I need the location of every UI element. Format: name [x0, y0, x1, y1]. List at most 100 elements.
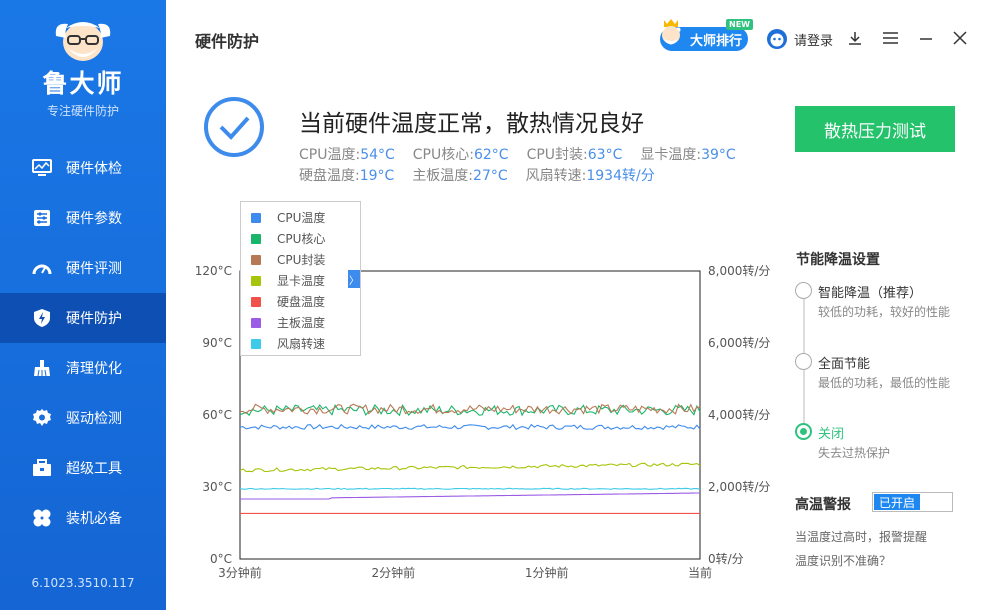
- login-button[interactable]: 请登录: [766, 28, 833, 50]
- legend-item-cpu-temp[interactable]: CPU温度: [241, 207, 360, 228]
- toolbox-icon: [32, 458, 52, 478]
- sidebar-item-hardware-check[interactable]: 硬件体检: [0, 143, 166, 193]
- menu-icon: [882, 32, 898, 44]
- brand-name: 鲁大师: [42, 69, 124, 98]
- version-label: 6.1023.3510.117: [31, 576, 135, 590]
- option-label: 关闭: [818, 427, 845, 442]
- legend-item-board-temp[interactable]: 主板温度: [241, 312, 360, 333]
- legend-item-cpu-core[interactable]: CPU核心: [241, 228, 360, 249]
- option-desc: 较低的功耗，较好的性能: [818, 305, 951, 319]
- sidebar-item-label: 超级工具: [66, 461, 122, 477]
- sidebar-item-label: 硬件评测: [66, 261, 122, 277]
- minimize-button[interactable]: [917, 28, 935, 48]
- stat-gpu-temp: 显卡温度:39°C: [640, 147, 736, 163]
- legend-item-cpu-package[interactable]: CPU封装: [241, 249, 360, 270]
- close-icon: [953, 31, 967, 45]
- stats-row-2: 硬盘温度:19°C 主板温度:27°C 风扇转速:1934转/分: [299, 166, 754, 187]
- master-lu-logo-icon: [55, 22, 111, 61]
- y-right-tick-label: 8,000转/分: [708, 263, 770, 278]
- stats-row-1: CPU温度:54°C CPU核心:62°C CPU封装:63°C 显卡温度:39…: [299, 145, 754, 166]
- legend-collapse-toggle[interactable]: 〉: [348, 270, 360, 288]
- close-button[interactable]: [951, 28, 969, 48]
- sliders-icon: [32, 208, 52, 228]
- sidebar-item-hardware-protection[interactable]: 硬件防护: [0, 293, 166, 343]
- y-right-tick-label: 0转/分: [708, 551, 744, 566]
- sidebar-item-super-tools[interactable]: 超级工具: [0, 443, 166, 493]
- alarm-desc: 当温度过高时，报警提醒: [795, 530, 928, 544]
- legend-swatch: [251, 212, 261, 223]
- y-left-tick-label: 120°C: [195, 264, 232, 278]
- gauge-icon: [32, 258, 52, 278]
- minimize-icon: [920, 38, 932, 40]
- sidebar-item-label: 装机必备: [66, 511, 122, 527]
- sidebar-item-hardware-benchmark[interactable]: 硬件评测: [0, 243, 166, 293]
- legend-swatch: [251, 233, 261, 244]
- option-desc: 失去过热保护: [818, 446, 891, 460]
- login-label: 请登录: [794, 33, 834, 49]
- y-right-tick-label: 6,000转/分: [708, 335, 770, 350]
- y-right-tick-label: 4,000转/分: [708, 407, 770, 422]
- y-left-tick-label: 30°C: [202, 480, 232, 494]
- user-avatar-icon: [767, 29, 787, 49]
- legend-item-disk-temp[interactable]: 硬盘温度: [241, 291, 360, 312]
- legend-swatch: [251, 296, 261, 307]
- legend-swatch: [251, 254, 261, 265]
- stat-cpu-package: CPU封装:63°C: [526, 147, 623, 163]
- y-left-tick-label: 0°C: [210, 552, 232, 566]
- legend-item-fan-speed[interactable]: 风扇转速: [241, 333, 360, 354]
- legend-swatch: [251, 338, 261, 349]
- gear-icon: [32, 408, 52, 428]
- broom-icon: [32, 358, 52, 378]
- y-right-tick-label: 2,000转/分: [708, 479, 770, 494]
- menu-button[interactable]: [881, 28, 899, 48]
- x-tick-label: 1分钟前: [525, 565, 569, 580]
- sidebar-item-driver-check[interactable]: 驱动检测: [0, 393, 166, 443]
- sidebar-item-hardware-params[interactable]: 硬件参数: [0, 193, 166, 243]
- status-title: 当前硬件温度正常，散热情况良好: [299, 111, 644, 137]
- sidebar-item-cleanup[interactable]: 清理优化: [0, 343, 166, 393]
- download-button[interactable]: [846, 28, 864, 48]
- stat-board-temp: 主板温度:27°C: [412, 168, 508, 184]
- stat-fan-speed: 风扇转速:1934转/分: [525, 168, 655, 184]
- monitor-icon: [32, 158, 52, 178]
- alarm-title: 高温警报: [795, 497, 851, 513]
- download-icon: [849, 32, 861, 45]
- sidebar-item-label: 清理优化: [66, 361, 122, 377]
- rank-mascot-icon: [661, 19, 681, 45]
- brand-slogan: 专注硬件防护: [46, 104, 119, 118]
- clover-icon: [32, 508, 52, 528]
- y-left-tick-label: 60°C: [202, 408, 232, 422]
- stat-cpu-core: CPU核心:62°C: [412, 147, 509, 163]
- radio-smart-cooling[interactable]: [795, 282, 812, 299]
- sidebar-nav: 硬件体检 硬件参数 硬件评测 硬件防护 清理优化 驱动检测 超级工具 装机必备: [0, 143, 166, 543]
- stress-test-button[interactable]: 散热压力测试: [795, 106, 955, 152]
- alarm-toggle[interactable]: 已开启: [872, 492, 953, 512]
- x-tick-label: 3分钟前: [218, 565, 262, 580]
- legend-swatch: [251, 317, 261, 328]
- sidebar-item-essentials[interactable]: 装机必备: [0, 493, 166, 543]
- legend-item-gpu-temp[interactable]: 显卡温度: [241, 270, 360, 291]
- sidebar-item-label: 硬件防护: [66, 311, 122, 327]
- power-settings-title: 节能降温设置: [796, 252, 880, 268]
- radio-off[interactable]: [795, 423, 812, 440]
- status-ok-check-icon: [204, 97, 264, 157]
- y-left-tick-label: 90°C: [202, 336, 232, 350]
- legend-swatch: [251, 275, 261, 286]
- option-label: 全面节能: [818, 357, 871, 372]
- temp-inaccurate-link[interactable]: 温度识别不准确？: [795, 552, 891, 569]
- page-title: 硬件防护: [195, 32, 260, 51]
- option-label: 智能降温（推荐）: [818, 286, 923, 301]
- x-tick-label: 当前: [688, 565, 712, 580]
- x-tick-label: 2分钟前: [372, 565, 416, 580]
- stat-disk-temp: 硬盘温度:19°C: [299, 168, 395, 184]
- new-badge: NEW: [726, 19, 753, 30]
- stat-cpu-temp: CPU温度:54°C: [299, 147, 395, 163]
- shield-bolt-icon: [32, 308, 52, 328]
- sensor-stats: CPU温度:54°C CPU核心:62°C CPU封装:63°C 显卡温度:39…: [299, 145, 754, 187]
- alarm-toggle-label: 已开启: [874, 494, 920, 510]
- radio-full-saving[interactable]: [795, 353, 812, 370]
- sidebar: 鲁大师 专注硬件防护 硬件体检 硬件参数 硬件评测 硬件防护 清理优化 驱动检测…: [0, 0, 166, 610]
- sidebar-item-label: 硬件体检: [66, 161, 122, 177]
- sidebar-item-label: 驱动检测: [66, 411, 122, 427]
- sidebar-item-label: 硬件参数: [66, 211, 122, 227]
